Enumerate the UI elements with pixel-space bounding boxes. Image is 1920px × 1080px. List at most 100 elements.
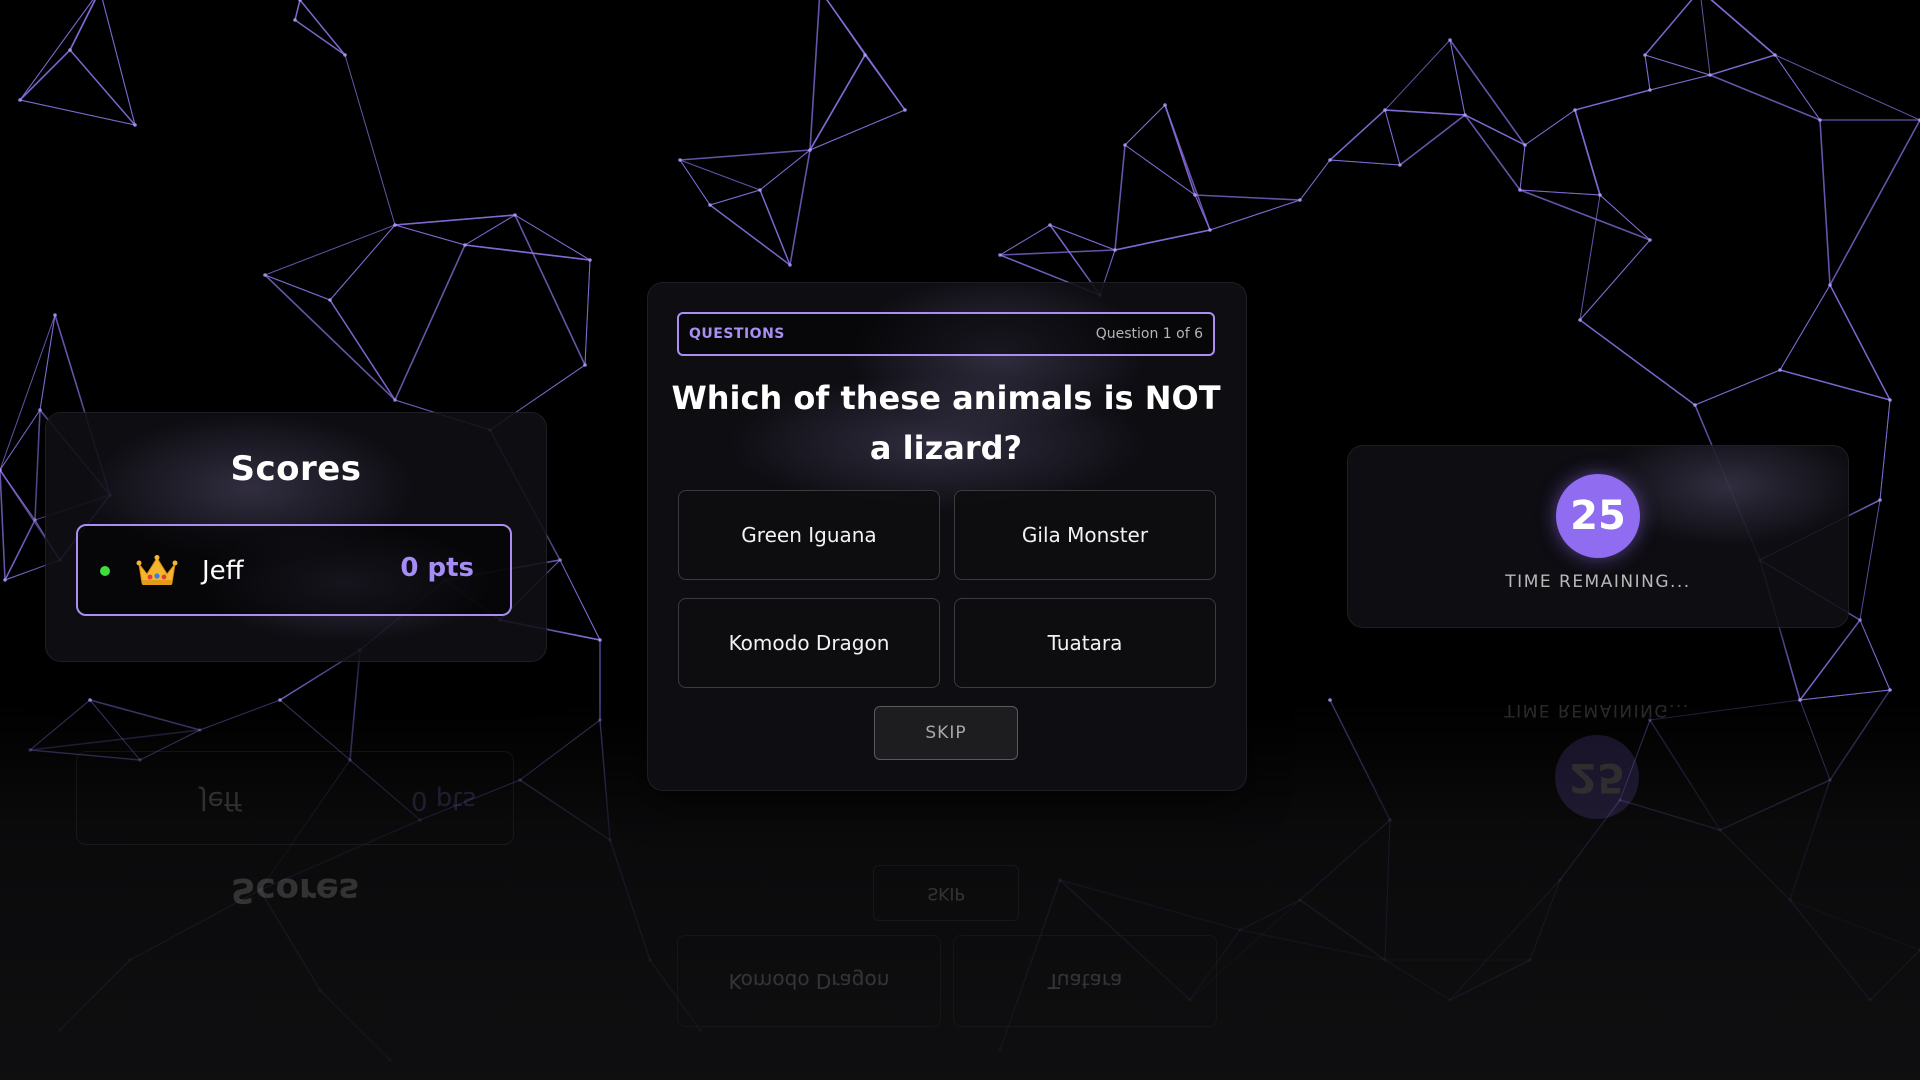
network-node (328, 298, 332, 302)
network-node (393, 398, 397, 402)
network-line (1574, 109, 1601, 196)
network-node (1598, 193, 1602, 197)
network-node (1298, 198, 1302, 202)
network-line (514, 214, 586, 366)
question-counter: Question 1 of 6 (1095, 326, 1203, 342)
network-line (1384, 109, 1401, 166)
network-line (1194, 194, 1211, 231)
network-line (1709, 54, 1776, 76)
network-node (3, 578, 7, 582)
network-node (583, 363, 587, 367)
crown-icon (136, 555, 178, 585)
network-line (1710, 0, 1776, 56)
network-line (1799, 619, 1861, 701)
network-line (1299, 159, 1331, 201)
scores-title: Scores (230, 449, 362, 489)
network-line (1859, 619, 1891, 691)
player-row: Jeff 0 pts (76, 524, 512, 616)
network-line (1399, 114, 1466, 166)
skip-button[interactable]: SKIP (874, 706, 1018, 760)
network-node (998, 253, 1002, 257)
question-text: Which of these animals is NOT a lizard? (671, 379, 1221, 467)
network-node (598, 638, 602, 642)
network-line (19, 49, 71, 101)
network-node (1123, 143, 1127, 147)
network-node (1818, 118, 1822, 122)
network-node (1328, 158, 1332, 162)
network-line (1164, 104, 1196, 196)
network-line (1449, 39, 1526, 146)
network-line (329, 299, 396, 401)
network-line (809, 109, 906, 151)
question-panel: QUESTIONS Question 1 of 6 Which of these… (647, 282, 1247, 791)
network-line (329, 224, 396, 301)
network-line (1709, 74, 1821, 121)
network-line (394, 244, 466, 401)
network-node (1708, 73, 1712, 77)
network-node (463, 243, 467, 247)
network-node (1163, 103, 1167, 107)
answer-option-3[interactable]: Komodo Dragon (678, 598, 940, 688)
network-node (808, 148, 812, 152)
network-line (1384, 109, 1466, 116)
time-remaining-label: TIME REMAINING... (1505, 572, 1691, 592)
network-line (1700, 0, 1711, 76)
network-node (588, 258, 592, 262)
network-line (1644, 54, 1651, 91)
player-points: 0 pts (400, 553, 474, 583)
network-line (1579, 319, 1696, 406)
network-line (1574, 89, 1651, 111)
network-line (1124, 104, 1166, 146)
network-node (1448, 38, 1452, 42)
network-line (826, 0, 866, 56)
network-node (1648, 238, 1652, 242)
network-line (1859, 499, 1881, 621)
network-line (294, 0, 301, 21)
network-line (1710, 0, 1776, 56)
network-line (1644, 54, 1711, 76)
online-status-dot (100, 566, 110, 576)
network-node (758, 188, 762, 192)
network-node (708, 203, 712, 207)
network-line (1644, 0, 1693, 56)
network-line (809, 0, 821, 151)
network-node (788, 263, 792, 267)
network-node (1888, 688, 1892, 692)
answer-option-2[interactable]: Gila Monster (954, 490, 1216, 580)
network-node (513, 213, 517, 217)
network-line (1644, 0, 1693, 56)
network-line (19, 99, 136, 126)
network-line (264, 274, 396, 401)
network-node (1208, 228, 1212, 232)
answer-option-4[interactable]: Tuatara (954, 598, 1216, 688)
network-node (133, 123, 137, 127)
network-line (1829, 119, 1920, 286)
network-line (39, 314, 56, 411)
network-line (679, 159, 761, 191)
network-line (1779, 284, 1831, 371)
network-line (1649, 74, 1711, 91)
network-line (1114, 144, 1126, 251)
network-node (393, 223, 397, 227)
network-node (1773, 53, 1777, 57)
network-line (1524, 109, 1576, 146)
network-node (1398, 163, 1402, 167)
timer-panel: 25 TIME REMAINING... (1347, 445, 1849, 628)
network-node (1463, 113, 1467, 117)
network-line (1124, 144, 1196, 196)
network-line (464, 244, 591, 261)
network-node (343, 53, 347, 57)
network-node (1573, 108, 1577, 112)
network-node (53, 313, 57, 317)
network-node (1048, 223, 1052, 227)
network-line (344, 54, 396, 226)
network-line (1779, 369, 1891, 401)
answer-option-1[interactable]: Green Iguana (678, 490, 940, 580)
network-line (464, 214, 516, 246)
network-node (678, 158, 682, 162)
network-line (809, 54, 866, 151)
network-line (999, 224, 1051, 256)
network-node (38, 408, 42, 412)
network-node (903, 108, 907, 112)
network-node (1193, 193, 1197, 197)
